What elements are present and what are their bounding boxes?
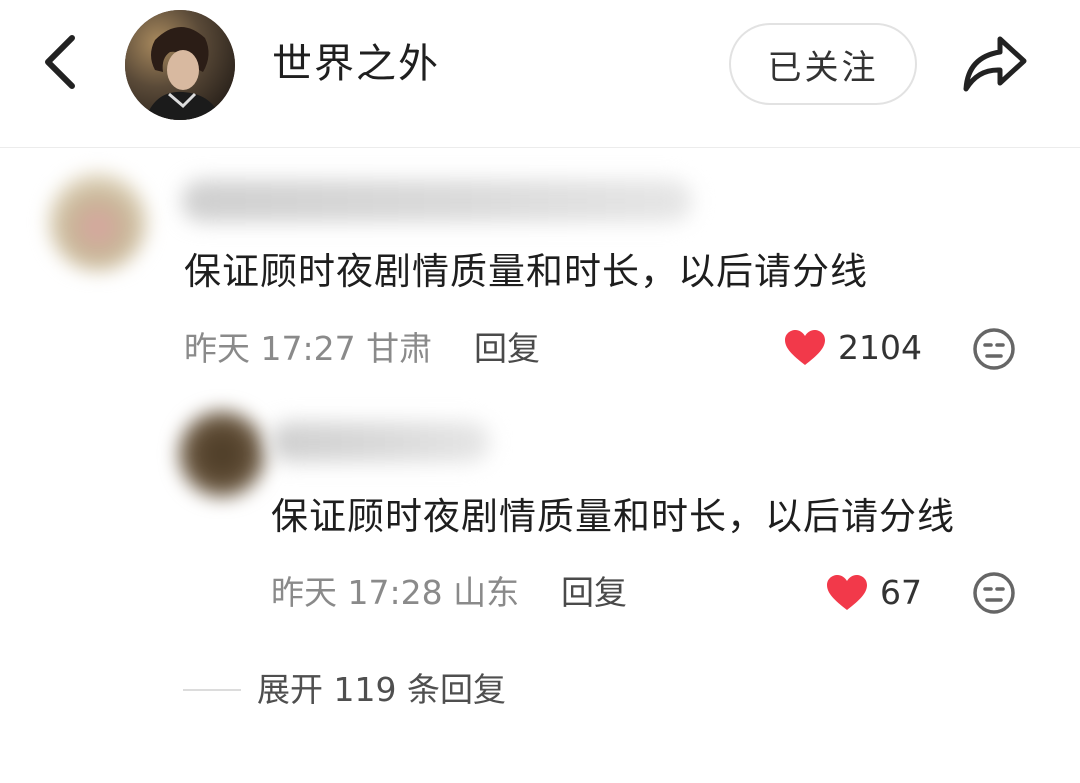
commenter-name-blurred[interactable] xyxy=(182,180,692,222)
expand-replies-label: 展开 119 条回复 xyxy=(257,670,506,709)
reply-time: 17:28 xyxy=(347,573,443,612)
expand-replies-button[interactable]: 展开 119 条回复 xyxy=(183,668,506,712)
like-count: 67 xyxy=(880,573,922,612)
emoji-reaction-button[interactable] xyxy=(972,327,1016,371)
expand-divider xyxy=(183,689,241,691)
reply-text: 保证顾时夜剧情质量和时长，以后请分线 xyxy=(271,495,955,538)
avatar-image xyxy=(125,10,235,120)
reply-meta: 昨天 17:28 山东 xyxy=(271,573,519,613)
reply-date: 昨天 xyxy=(271,573,337,612)
comment-meta: 昨天 17:27 甘肃 xyxy=(184,329,432,369)
like-count: 2104 xyxy=(838,328,922,367)
following-button[interactable]: 已关注 xyxy=(729,23,917,105)
emoji-icon xyxy=(973,572,1015,614)
account-name[interactable]: 世界之外 xyxy=(272,40,440,88)
replier-name-blurred[interactable] xyxy=(270,422,490,462)
emoji-reaction-button[interactable] xyxy=(972,571,1016,615)
chevron-left-icon xyxy=(45,35,75,89)
reply-location: 山东 xyxy=(453,573,520,612)
emoji-icon xyxy=(973,328,1015,370)
share-button[interactable] xyxy=(955,26,1035,102)
replier-avatar-blurred[interactable] xyxy=(178,410,266,498)
heart-icon xyxy=(785,330,825,365)
top-bar: 世界之外 已关注 xyxy=(0,0,1080,148)
reply-button[interactable]: 回复 xyxy=(474,329,540,369)
like-button[interactable]: 67 xyxy=(826,573,922,613)
author-avatar[interactable] xyxy=(125,10,235,120)
comment-text: 保证顾时夜剧情质量和时长，以后请分线 xyxy=(184,250,868,293)
back-button[interactable] xyxy=(28,30,92,94)
heart-icon xyxy=(827,575,867,610)
share-arrow-icon xyxy=(963,36,1027,92)
reply-button[interactable]: 回复 xyxy=(561,573,627,613)
commenter-avatar-blurred[interactable] xyxy=(48,172,148,272)
comment-location: 甘肃 xyxy=(366,329,433,368)
like-button[interactable]: 2104 xyxy=(784,328,922,368)
comment-time: 17:27 xyxy=(260,329,356,368)
comment-date: 昨天 xyxy=(184,329,250,368)
